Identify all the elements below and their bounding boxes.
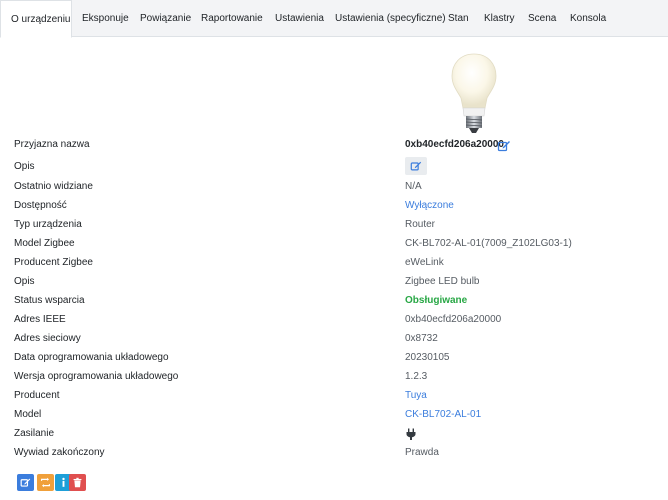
value-availability[interactable]: Wyłączone bbox=[405, 199, 454, 213]
value-network-address: 0x8732 bbox=[405, 333, 438, 344]
label-interview-completed: Wywiad zakończony bbox=[14, 447, 105, 458]
tab-console[interactable]: Konsola bbox=[570, 0, 606, 37]
label-model-description: Opis bbox=[14, 276, 35, 287]
label-availability: Dostępność bbox=[14, 200, 67, 211]
label-last-seen: Ostatnio widziane bbox=[14, 181, 93, 192]
tab-clusters[interactable]: Klastry bbox=[484, 0, 515, 37]
plug-icon bbox=[406, 428, 416, 440]
label-zigbee-manufacturer: Producent Zigbee bbox=[14, 257, 93, 268]
tab-bind[interactable]: Powiązanie bbox=[140, 0, 191, 37]
value-device-type: Router bbox=[405, 219, 436, 230]
value-zigbee-manufacturer: eWeLink bbox=[405, 257, 444, 268]
value-interview-completed: Prawda bbox=[405, 447, 439, 458]
value-model-description: Zigbee LED bulb bbox=[405, 276, 480, 287]
tab-settings-specific[interactable]: Ustawienia (specyficzne) bbox=[335, 0, 446, 37]
label-friendly-name: Przyjazna nazwa bbox=[14, 139, 90, 150]
tab-state[interactable]: Stan bbox=[448, 0, 469, 37]
value-manufacturer[interactable]: Tuya bbox=[405, 389, 427, 403]
label-network-address: Adres sieciowy bbox=[14, 333, 81, 344]
reconfigure-icon bbox=[40, 477, 51, 488]
value-support-status: Obsługiwane bbox=[405, 295, 468, 306]
value-firmware-date: 20230105 bbox=[405, 352, 450, 363]
edit-description-button[interactable] bbox=[405, 157, 427, 175]
value-firmware-version: 1.2.3 bbox=[405, 371, 428, 382]
label-zigbee-model: Model Zigbee bbox=[14, 238, 75, 249]
tab-bar: O urządzeniu Eksponuje Powiązanie Raport… bbox=[0, 0, 668, 38]
reconfigure-button[interactable] bbox=[37, 474, 54, 491]
label-model: Model bbox=[14, 409, 42, 420]
rename-button[interactable] bbox=[17, 474, 34, 491]
label-ieee-address: Adres IEEE bbox=[14, 314, 66, 325]
tab-scene[interactable]: Scena bbox=[528, 0, 556, 37]
value-ieee-address: 0xb40ecfd206a20000 bbox=[405, 314, 502, 325]
tab-exposes[interactable]: Eksponuje bbox=[82, 0, 129, 37]
label-device-type: Typ urządzenia bbox=[14, 219, 82, 230]
edit-icon[interactable] bbox=[497, 139, 511, 153]
device-image bbox=[451, 53, 497, 133]
value-zigbee-model: CK-BL702-AL-01(7009_Z102LG03-1) bbox=[405, 238, 572, 249]
label-manufacturer: Producent bbox=[14, 390, 60, 401]
info-icon bbox=[62, 477, 65, 487]
edit-icon bbox=[410, 161, 422, 171]
label-power-source: Zasilanie bbox=[14, 428, 55, 439]
value-last-seen: N/A bbox=[405, 181, 422, 192]
tab-settings[interactable]: Ustawienia bbox=[275, 0, 324, 37]
remove-device-button[interactable] bbox=[69, 474, 86, 491]
tab-about[interactable]: O urządzeniu bbox=[0, 0, 72, 38]
value-model[interactable]: CK-BL702-AL-01 bbox=[405, 408, 481, 422]
label-firmware-date: Data oprogramowania układowego bbox=[14, 352, 169, 363]
label-support-status: Status wsparcia bbox=[14, 295, 85, 306]
trash-icon bbox=[73, 477, 82, 488]
label-description: Opis bbox=[14, 161, 35, 172]
tab-reporting[interactable]: Raportowanie bbox=[201, 0, 263, 37]
label-firmware-version: Wersja oprogramowania układowego bbox=[14, 371, 179, 382]
value-friendly-name: 0xb40ecfd206a20000 bbox=[405, 139, 504, 150]
rename-icon bbox=[20, 478, 31, 487]
